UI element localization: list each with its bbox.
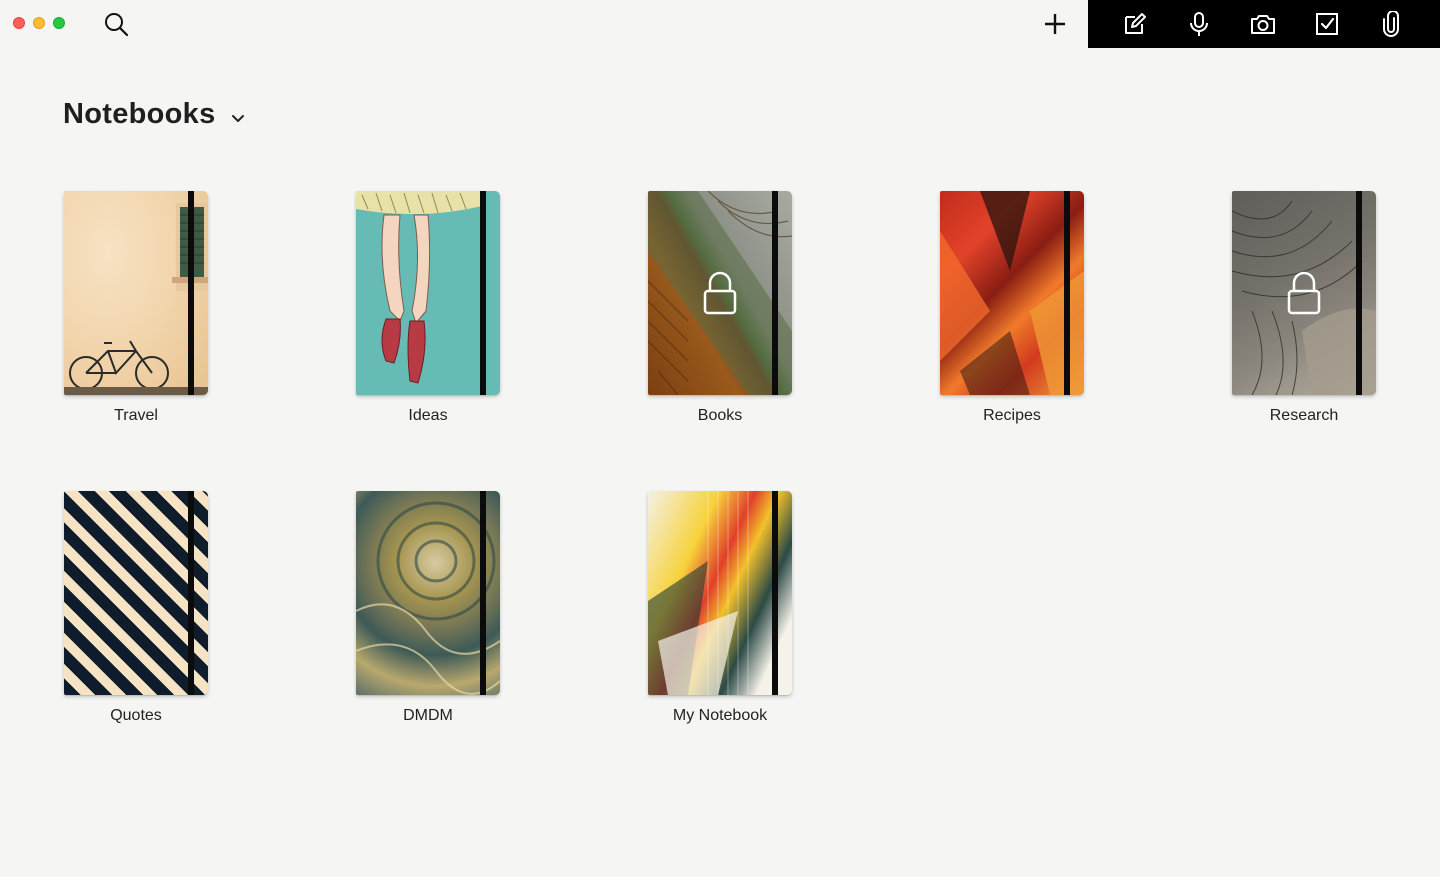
maximize-window-button[interactable] bbox=[53, 17, 65, 29]
notebook-cover bbox=[1232, 191, 1376, 395]
notebook-travel[interactable]: Travel bbox=[64, 191, 208, 425]
microphone-icon bbox=[1190, 12, 1208, 36]
elastic-band bbox=[1356, 191, 1362, 395]
elastic-band bbox=[772, 491, 778, 695]
search-button[interactable] bbox=[102, 10, 130, 38]
elastic-band bbox=[480, 191, 486, 395]
notebook-cover bbox=[356, 491, 500, 695]
search-icon bbox=[105, 13, 129, 37]
notebook-books[interactable]: Books bbox=[648, 191, 792, 425]
elastic-band bbox=[1064, 191, 1070, 395]
compose-icon bbox=[1125, 13, 1146, 34]
notebook-label: Ideas bbox=[408, 407, 448, 424]
elastic-band bbox=[188, 491, 194, 695]
brushstroke-painting bbox=[648, 491, 749, 695]
notebook-label: My Notebook bbox=[672, 707, 768, 724]
elastic-band bbox=[188, 191, 194, 395]
lock-icon bbox=[1287, 271, 1321, 315]
notebook-research[interactable]: Research bbox=[1232, 191, 1376, 425]
page-title: Notebooks bbox=[63, 98, 216, 130]
notebook-cover bbox=[356, 191, 500, 395]
photo-note-button[interactable] bbox=[1249, 10, 1277, 38]
notebook-cover bbox=[64, 191, 208, 395]
swirl-painting bbox=[356, 501, 500, 695]
quick-create-toolbar bbox=[1088, 0, 1440, 48]
notebook-quotes[interactable]: Quotes bbox=[64, 491, 208, 725]
paperclip-icon bbox=[1383, 11, 1399, 37]
ballerina-illustration bbox=[356, 191, 486, 384]
notebook-cover bbox=[648, 491, 792, 695]
chevron-down-icon[interactable] bbox=[230, 111, 246, 127]
checklist-note-button[interactable] bbox=[1313, 10, 1341, 38]
notebook-cover bbox=[940, 191, 1084, 395]
elastic-band bbox=[772, 191, 778, 395]
minimize-window-button[interactable] bbox=[33, 17, 45, 29]
add-button[interactable] bbox=[1041, 10, 1069, 38]
notebook-recipes[interactable]: Recipes bbox=[940, 191, 1084, 425]
close-window-button[interactable] bbox=[13, 17, 25, 29]
bicycle-illustration bbox=[64, 203, 208, 395]
window-controls bbox=[13, 17, 65, 29]
checkbox-icon bbox=[1316, 13, 1338, 35]
voice-note-button[interactable] bbox=[1185, 10, 1213, 38]
lock-icon bbox=[703, 271, 737, 315]
notebook-label: Quotes bbox=[110, 707, 162, 724]
abstract-painting bbox=[940, 191, 1084, 395]
notebook-my-notebook[interactable]: My Notebook bbox=[648, 491, 792, 725]
page-header: Notebooks bbox=[63, 98, 246, 131]
attach-file-button[interactable] bbox=[1377, 10, 1405, 38]
notebook-dmdm[interactable]: DMDM bbox=[356, 491, 500, 725]
notebook-label: DMDM bbox=[403, 707, 453, 724]
camera-icon bbox=[1251, 15, 1275, 34]
notebook-cover bbox=[648, 191, 792, 395]
elastic-band bbox=[480, 491, 486, 695]
notebook-label: Recipes bbox=[983, 407, 1041, 424]
notebook-label: Research bbox=[1269, 407, 1339, 424]
new-note-button[interactable] bbox=[1121, 10, 1149, 38]
notebook-ideas[interactable]: Ideas bbox=[356, 191, 500, 425]
notebook-label: Travel bbox=[114, 407, 158, 424]
notebook-label: Books bbox=[697, 407, 743, 424]
notebook-cover bbox=[64, 491, 208, 695]
plus-icon bbox=[1045, 14, 1065, 34]
